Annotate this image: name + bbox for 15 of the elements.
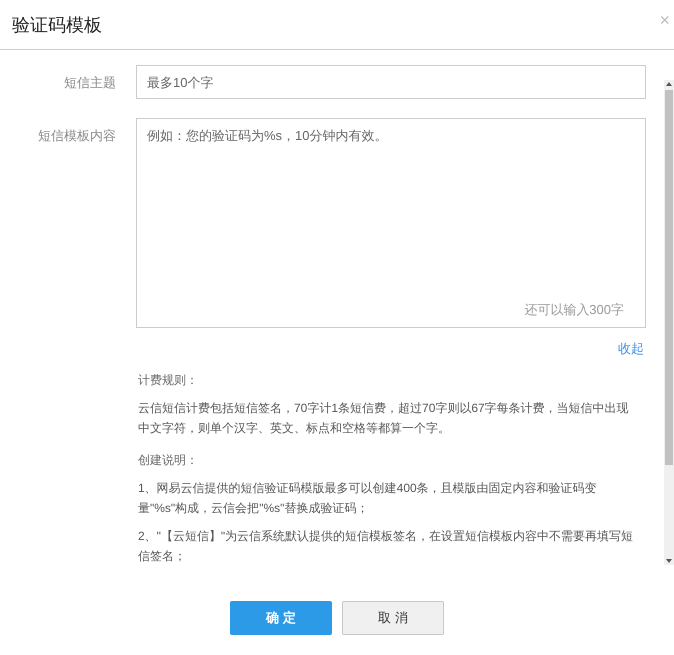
subject-input-field[interactable]: 最多10个字	[136, 65, 646, 99]
close-button[interactable]: ×	[659, 10, 674, 31]
scrollbar[interactable]	[664, 80, 674, 565]
note-paragraph: 云信短信计费包括短信签名，70字计1条短信费，超过70字则以67字每条计费，当短信中出现中文字符，则单个汉字、英文、标点和空格等都算一个字。	[138, 400, 630, 437]
field-label: 短信主题	[63, 74, 116, 92]
section-heading: 创建说明：	[138, 452, 199, 469]
confirm-button[interactable]: 确 定	[230, 601, 332, 635]
note-paragraph: 1、网易云信提供的短信验证码模版最多可以创建400条，且模版由固定内容和验证码变量"%s"构成，云信会把"%s"替换成验证码；	[138, 480, 598, 517]
character-counter: 还可以输入300字	[524, 301, 624, 319]
field-label: 短信模板内容	[37, 127, 116, 145]
dialog-title: 验证码模板	[12, 14, 102, 36]
cancel-button[interactable]: 取 消	[342, 601, 444, 635]
collapse-link[interactable]: 收起	[618, 340, 646, 358]
section-heading: 计费规则：	[138, 372, 199, 389]
note-paragraph: 2、"【云短信】"为云信系统默认提供的短信模板签名，在设置短信模板内容中不需要再填写短信签名；	[138, 528, 634, 565]
